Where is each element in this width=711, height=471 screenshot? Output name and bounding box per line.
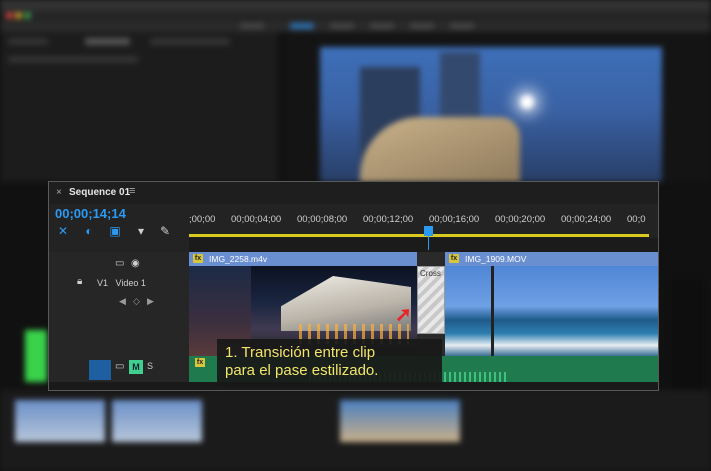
bg-source-panel <box>0 32 278 182</box>
caption-line: 1. Transición entre clip <box>225 344 376 361</box>
linked-selection-icon[interactable]: ◐ <box>81 224 97 238</box>
playhead-line <box>428 236 429 250</box>
solo-button[interactable]: S <box>147 361 153 371</box>
lock-icon[interactable]: 🔒︎ <box>77 276 82 287</box>
bg-title-bar <box>0 0 711 20</box>
eye-icon[interactable]: ◉ <box>131 258 140 269</box>
add-marker-icon[interactable]: ▣ <box>107 224 123 238</box>
playhead-handle[interactable] <box>424 226 433 236</box>
video-track-header: ▭ ◉ 🔒︎ V1 Video 1 ◀ ◇ ▶ <box>49 252 189 356</box>
ruler-tick: 00;00;20;00 <box>495 214 546 225</box>
playhead-timecode[interactable]: 00;00;14;14 <box>55 206 126 221</box>
camera-icon[interactable]: ▭ <box>115 361 124 372</box>
ruler-tick: 00;0 <box>627 214 646 225</box>
bg-workspace-bar <box>0 20 711 32</box>
ruler-tick: 00;00;04;00 <box>231 214 282 225</box>
next-keyframe-icon[interactable]: ▶ <box>147 296 154 307</box>
ruler-tick: ;00;00 <box>189 214 216 225</box>
wrench-icon[interactable]: ✎ <box>157 224 173 238</box>
panel-menu-icon[interactable]: ≡ <box>129 185 135 197</box>
mute-button[interactable]: M <box>129 360 143 374</box>
work-area-bar[interactable] <box>189 234 649 237</box>
bg-thumbnail <box>340 400 460 442</box>
caption-line: para el pase estilizado. <box>225 362 379 379</box>
snap-icon[interactable]: ✕ <box>55 224 71 238</box>
audio-track-target[interactable] <box>89 360 111 380</box>
bg-green-clip <box>25 330 47 382</box>
panel-tab-row: × Sequence 01 ≡ <box>49 182 658 204</box>
clip-label[interactable]: fx IMG_2258.m4v <box>189 252 417 266</box>
bg-thumbnail <box>15 400 105 442</box>
cross-dissolve-transition[interactable]: Cross <box>417 266 445 334</box>
video-clip-b[interactable] <box>445 266 658 356</box>
arrow-pointer-icon: ➚ <box>395 304 412 326</box>
clip-label[interactable]: fx IMG_1909.MOV <box>445 252 658 266</box>
caption-overlay: 1. Transición entre clip para el pase es… <box>217 339 442 387</box>
sequence-tab-title[interactable]: Sequence 01 <box>69 187 130 198</box>
ruler-tick: 00;00;08;00 <box>297 214 348 225</box>
prev-keyframe-icon[interactable]: ◀ <box>119 296 126 307</box>
camera-icon[interactable]: ▭ <box>115 258 124 269</box>
ruler-tick: 00;00;16;00 <box>429 214 480 225</box>
bg-thumbnail <box>112 400 202 442</box>
ruler-tick: 00;00;12;00 <box>363 214 414 225</box>
marker-icon[interactable]: ▾ <box>133 224 149 238</box>
ruler-tick: 00;00;24;00 <box>561 214 612 225</box>
fx-icon: fx <box>195 358 205 367</box>
close-icon[interactable]: × <box>56 187 62 198</box>
fx-icon: fx <box>193 254 203 263</box>
track-name: V1 Video 1 <box>97 278 146 288</box>
add-keyframe-icon[interactable]: ◇ <box>133 296 140 307</box>
track-header-strip <box>189 238 658 252</box>
fx-icon: fx <box>449 254 459 263</box>
bg-program-frame <box>320 47 662 182</box>
